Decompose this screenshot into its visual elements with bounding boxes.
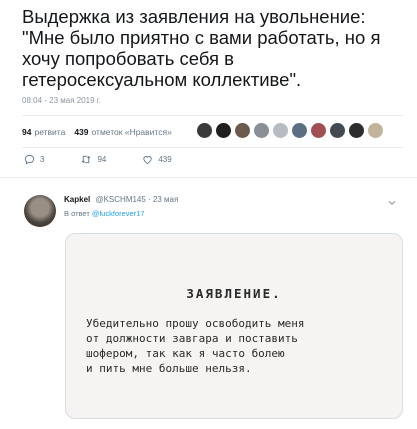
tweet-text-line: гетеросексуальном коллективе". <box>22 69 302 90</box>
letter-title: ЗАЯВЛЕНИЕ. <box>186 286 282 301</box>
tweet-text-line: хочу попробовать себя в <box>22 48 235 69</box>
divider <box>22 147 403 148</box>
tweet-text: Выдержка из заявления на увольнение: "Мн… <box>22 6 407 90</box>
retweets-label: ретвита <box>34 127 66 137</box>
reply-author-name[interactable]: Kapkel <box>64 195 90 204</box>
likes-label: отметок «Нравится» <box>91 127 172 137</box>
letter-line: и пить мне больше нельзя. <box>86 362 252 375</box>
reply-header: Kapkel @KSCHM145 · 23 мая <box>64 195 178 204</box>
reply-to-handle[interactable]: @luckforever17 <box>92 209 145 218</box>
reply-to-prefix: В ответ <box>64 209 90 218</box>
likers-avatars <box>196 122 386 139</box>
liker-avatar[interactable] <box>291 122 308 139</box>
retweet-count: 94 <box>97 155 107 164</box>
tweet-text-line: "Мне было приятно с вами работать, но я <box>22 27 381 48</box>
liker-avatar[interactable] <box>367 122 384 139</box>
liker-avatar[interactable] <box>310 122 327 139</box>
reply-count: 3 <box>40 155 45 164</box>
liker-avatar[interactable] <box>234 122 251 139</box>
tweet-stats: 94 ретвита 439 отметок «Нравится» <box>22 122 181 142</box>
reply-icon <box>24 154 35 165</box>
reply-author-meta: @KSCHM145 · 23 мая <box>95 195 179 204</box>
liker-avatar[interactable] <box>348 122 365 139</box>
attached-image[interactable]: ЗАЯВЛЕНИЕ. Убедительно прошу освободить … <box>65 233 403 419</box>
like-button[interactable]: 439 <box>142 154 172 165</box>
retweets-stat[interactable]: 94 ретвита <box>22 127 65 137</box>
retweet-icon <box>81 155 92 164</box>
divider <box>0 177 417 178</box>
retweets-count: 94 <box>22 127 32 137</box>
reply-to: В ответ @luckforever17 <box>64 209 145 218</box>
liker-avatar[interactable] <box>196 122 213 139</box>
letter-body: Убедительно прошу освободить меня от долж… <box>86 316 386 376</box>
reply-button[interactable]: 3 <box>24 154 44 165</box>
letter-line: шофером, так как я часто болею <box>86 347 285 360</box>
letter-line: Убедительно прошу освободить меня <box>86 317 305 330</box>
avatar[interactable] <box>24 195 56 227</box>
liker-avatar[interactable] <box>253 122 270 139</box>
likes-count: 439 <box>74 127 89 137</box>
like-count: 439 <box>158 155 172 164</box>
tweet-actions: 3 94 439 <box>24 154 208 165</box>
liker-avatar[interactable] <box>329 122 346 139</box>
tweet-menu-button[interactable] <box>387 195 397 213</box>
retweet-button[interactable]: 94 <box>80 154 106 165</box>
chevron-down-icon <box>388 200 396 205</box>
tweet-timestamp[interactable]: 08:04 - 23 мая 2019 г. <box>22 96 101 105</box>
letter-line: от должности завгара и поставить <box>86 332 298 345</box>
liker-avatar[interactable] <box>215 122 232 139</box>
tweet-text-line: Выдержка из заявления на увольнение: <box>22 6 366 27</box>
liker-avatar[interactable] <box>272 122 289 139</box>
likes-stat[interactable]: 439 отметок «Нравится» <box>74 127 171 137</box>
divider <box>22 115 403 116</box>
heart-icon <box>143 156 152 165</box>
